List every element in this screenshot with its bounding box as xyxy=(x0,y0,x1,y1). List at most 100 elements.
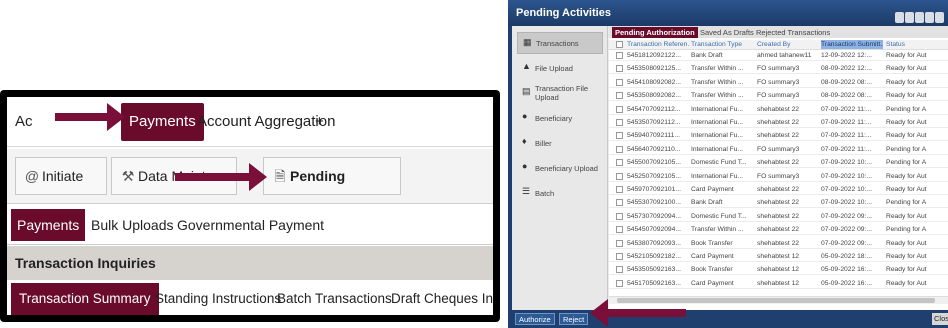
tab-rejected-transactions[interactable]: Rejected Transactions xyxy=(753,27,833,38)
table-cell: 5457307092094... xyxy=(627,212,681,220)
sidebar-item-label: Beneficiary Upload xyxy=(535,163,598,173)
table-row[interactable]: 5459707092101... Card Payment shehabtest 2… xyxy=(609,185,948,195)
table-row[interactable]: 5454507092094... Transfer Within ... sheha… xyxy=(609,225,948,236)
tab-draft-cheques-inquiry[interactable]: Draft Cheques Inqui xyxy=(391,283,493,315)
sidebar-item-beneficiary[interactable]: ● Beneficiary xyxy=(517,107,603,129)
annotation-arrow-pending xyxy=(175,163,267,191)
table-cell: 5453807092093... xyxy=(627,239,681,247)
row-checkbox[interactable] xyxy=(616,239,623,247)
close-button[interactable]: Clos xyxy=(932,313,948,325)
table-row[interactable]: 5455307092100... Bank Draft shehabtest 22 0… xyxy=(609,198,948,209)
column-header[interactable]: Transaction Referen... xyxy=(627,40,689,49)
tab-governmental-payment[interactable]: Governmental Payment xyxy=(177,209,324,241)
row-checkbox[interactable] xyxy=(616,199,623,207)
table-cell: 05-09-2022 16:... xyxy=(821,266,872,274)
horizontal-scrollbar[interactable] xyxy=(609,296,948,304)
table-cell: Ready for Aut xyxy=(886,65,927,73)
table-row[interactable]: 5454108092082... Transfer Within ... FO su… xyxy=(609,78,948,88)
sidebar-item-transactions[interactable]: ▦ Transactions xyxy=(517,32,603,54)
row-checkbox[interactable] xyxy=(616,226,623,234)
row-checkbox[interactable] xyxy=(616,92,623,100)
window-button-icon[interactable] xyxy=(925,12,934,23)
tab-accounts[interactable]: Ac xyxy=(15,103,33,141)
row-checkbox[interactable] xyxy=(616,78,623,86)
row-checkbox[interactable] xyxy=(616,119,623,126)
table-cell: 5451812092122... xyxy=(627,52,681,59)
column-header[interactable]: Transaction Submitt... xyxy=(821,40,883,49)
table-row[interactable]: 5453807092093... Book Transfer shehabtest … xyxy=(609,239,948,249)
tab-saved-as-drafts[interactable]: Saved As Drafts xyxy=(697,27,757,38)
row-checkbox[interactable] xyxy=(616,212,623,220)
table-row[interactable]: 5459407092111... International Fu... sheha… xyxy=(609,131,948,142)
column-header[interactable]: Created By xyxy=(757,40,813,49)
tab-standing-instructions[interactable]: Standing Instructions xyxy=(155,283,281,315)
sidebar-item-label: File Upload xyxy=(535,63,573,73)
tab-transaction-summary[interactable]: Transaction Summary xyxy=(11,283,159,315)
tab-payments[interactable]: Payments xyxy=(121,103,204,141)
table-row[interactable]: 5453508092082... Transfer Within ... FO su… xyxy=(609,91,948,102)
add-tab-button[interactable]: + xyxy=(315,103,324,141)
table-row[interactable]: 5452105092182... Card Payment shehabtest 1… xyxy=(609,252,948,262)
sidebar-item-batch[interactable]: ☰ Batch xyxy=(517,182,603,204)
sidebar-item-transaction-file-upload[interactable]: ▤ Transaction File Upload xyxy=(517,82,603,104)
row-checkbox[interactable] xyxy=(616,172,623,180)
tab-bulk-uploads[interactable]: Bulk Uploads xyxy=(91,209,174,241)
sidebar-item-file-upload[interactable]: ▲ File Upload xyxy=(517,57,603,79)
row-checkbox[interactable] xyxy=(616,253,623,260)
table-cell: Ready for Aut xyxy=(886,186,927,193)
select-all-checkbox[interactable] xyxy=(616,41,623,48)
table-cell: FO summary3 xyxy=(757,145,800,153)
tab-batch-transactions[interactable]: Batch Transactions xyxy=(277,283,392,315)
row-checkbox[interactable] xyxy=(616,279,623,287)
table-row[interactable]: 5451812092122... Bank Draft ahmed tahanew1… xyxy=(609,51,948,61)
file-upload-icon: ▲ xyxy=(522,61,531,71)
document-clock-icon: 🗎 xyxy=(274,168,286,184)
table-cell: 08-09-2022 08:... xyxy=(821,78,872,86)
window-button-icon[interactable] xyxy=(895,12,904,23)
table-cell: Card Payment xyxy=(691,186,734,193)
tab-pending-authorization[interactable]: Pending Authorization xyxy=(612,27,698,38)
window-button-icon[interactable] xyxy=(935,12,944,23)
table-cell: International Fu... xyxy=(691,132,744,140)
table-row[interactable]: 5452507092105... International Fu... FO su… xyxy=(609,172,948,182)
row-checkbox[interactable] xyxy=(616,65,623,73)
annotation-arrow-payments xyxy=(55,103,125,131)
table-cell: 5453505092163... xyxy=(627,266,681,274)
table-row[interactable]: 5455007092105... Domestic Fund T... shehab… xyxy=(609,158,948,169)
row-checkbox[interactable] xyxy=(616,266,623,274)
batch-icon: ☰ xyxy=(522,186,531,196)
sidebar-item-beneficiary-upload[interactable]: ● Beneficiary Upload xyxy=(517,157,603,179)
table-cell: Transfer Within ... xyxy=(691,78,744,86)
initiate-button[interactable]: @Initiate ▼ xyxy=(15,157,107,220)
row-checkbox[interactable] xyxy=(616,145,623,153)
table-row[interactable]: 5454707092112... International Fu... sheha… xyxy=(609,105,948,115)
row-checkbox[interactable] xyxy=(616,132,623,140)
table-row[interactable]: 5453508092125... Transfer Within ... FO su… xyxy=(609,64,948,75)
column-header[interactable]: Status xyxy=(886,40,948,49)
reject-button[interactable]: Reject xyxy=(559,313,589,325)
window-button-icon[interactable] xyxy=(915,12,924,23)
window-button-icon[interactable] xyxy=(905,12,914,23)
table-cell: 5454507092094... xyxy=(627,226,681,234)
table-cell: 08-09-2022 08:... xyxy=(821,92,872,100)
table-cell: 5459407092111... xyxy=(627,132,680,140)
table-row[interactable]: 5453505092163... Book Transfer shehabtest … xyxy=(609,265,948,276)
table-cell: Transfer Within ... xyxy=(691,226,744,234)
pending-activities-button[interactable]: 🗎Pending Activities xyxy=(263,157,401,220)
scrollbar-thumb[interactable] xyxy=(617,298,935,303)
row-checkbox[interactable] xyxy=(616,159,623,167)
table-cell: 5452105092182... xyxy=(627,253,681,260)
table-cell: Ready for Aut xyxy=(886,279,927,287)
table-cell: 5456407092110... xyxy=(627,145,681,153)
table-row[interactable]: 5456407092110... International Fu... FO su… xyxy=(609,145,948,155)
table-row[interactable]: 5453507092112... International Fu... sheha… xyxy=(609,118,948,128)
authorize-button[interactable]: Authorize xyxy=(515,313,555,325)
sidebar-item-biller[interactable]: ♦ Biller xyxy=(517,132,603,154)
tab-payments-sub[interactable]: Payments xyxy=(11,209,86,241)
column-header[interactable]: Transaction Type xyxy=(691,40,751,49)
row-checkbox[interactable] xyxy=(616,186,623,193)
table-row[interactable]: 5457307092094... Domestic Fund T... shehab… xyxy=(609,212,948,222)
table-row[interactable]: 5451705092163... Card Payment shehabtest 1… xyxy=(609,279,948,289)
row-checkbox[interactable] xyxy=(616,105,623,113)
row-checkbox[interactable] xyxy=(616,52,623,59)
